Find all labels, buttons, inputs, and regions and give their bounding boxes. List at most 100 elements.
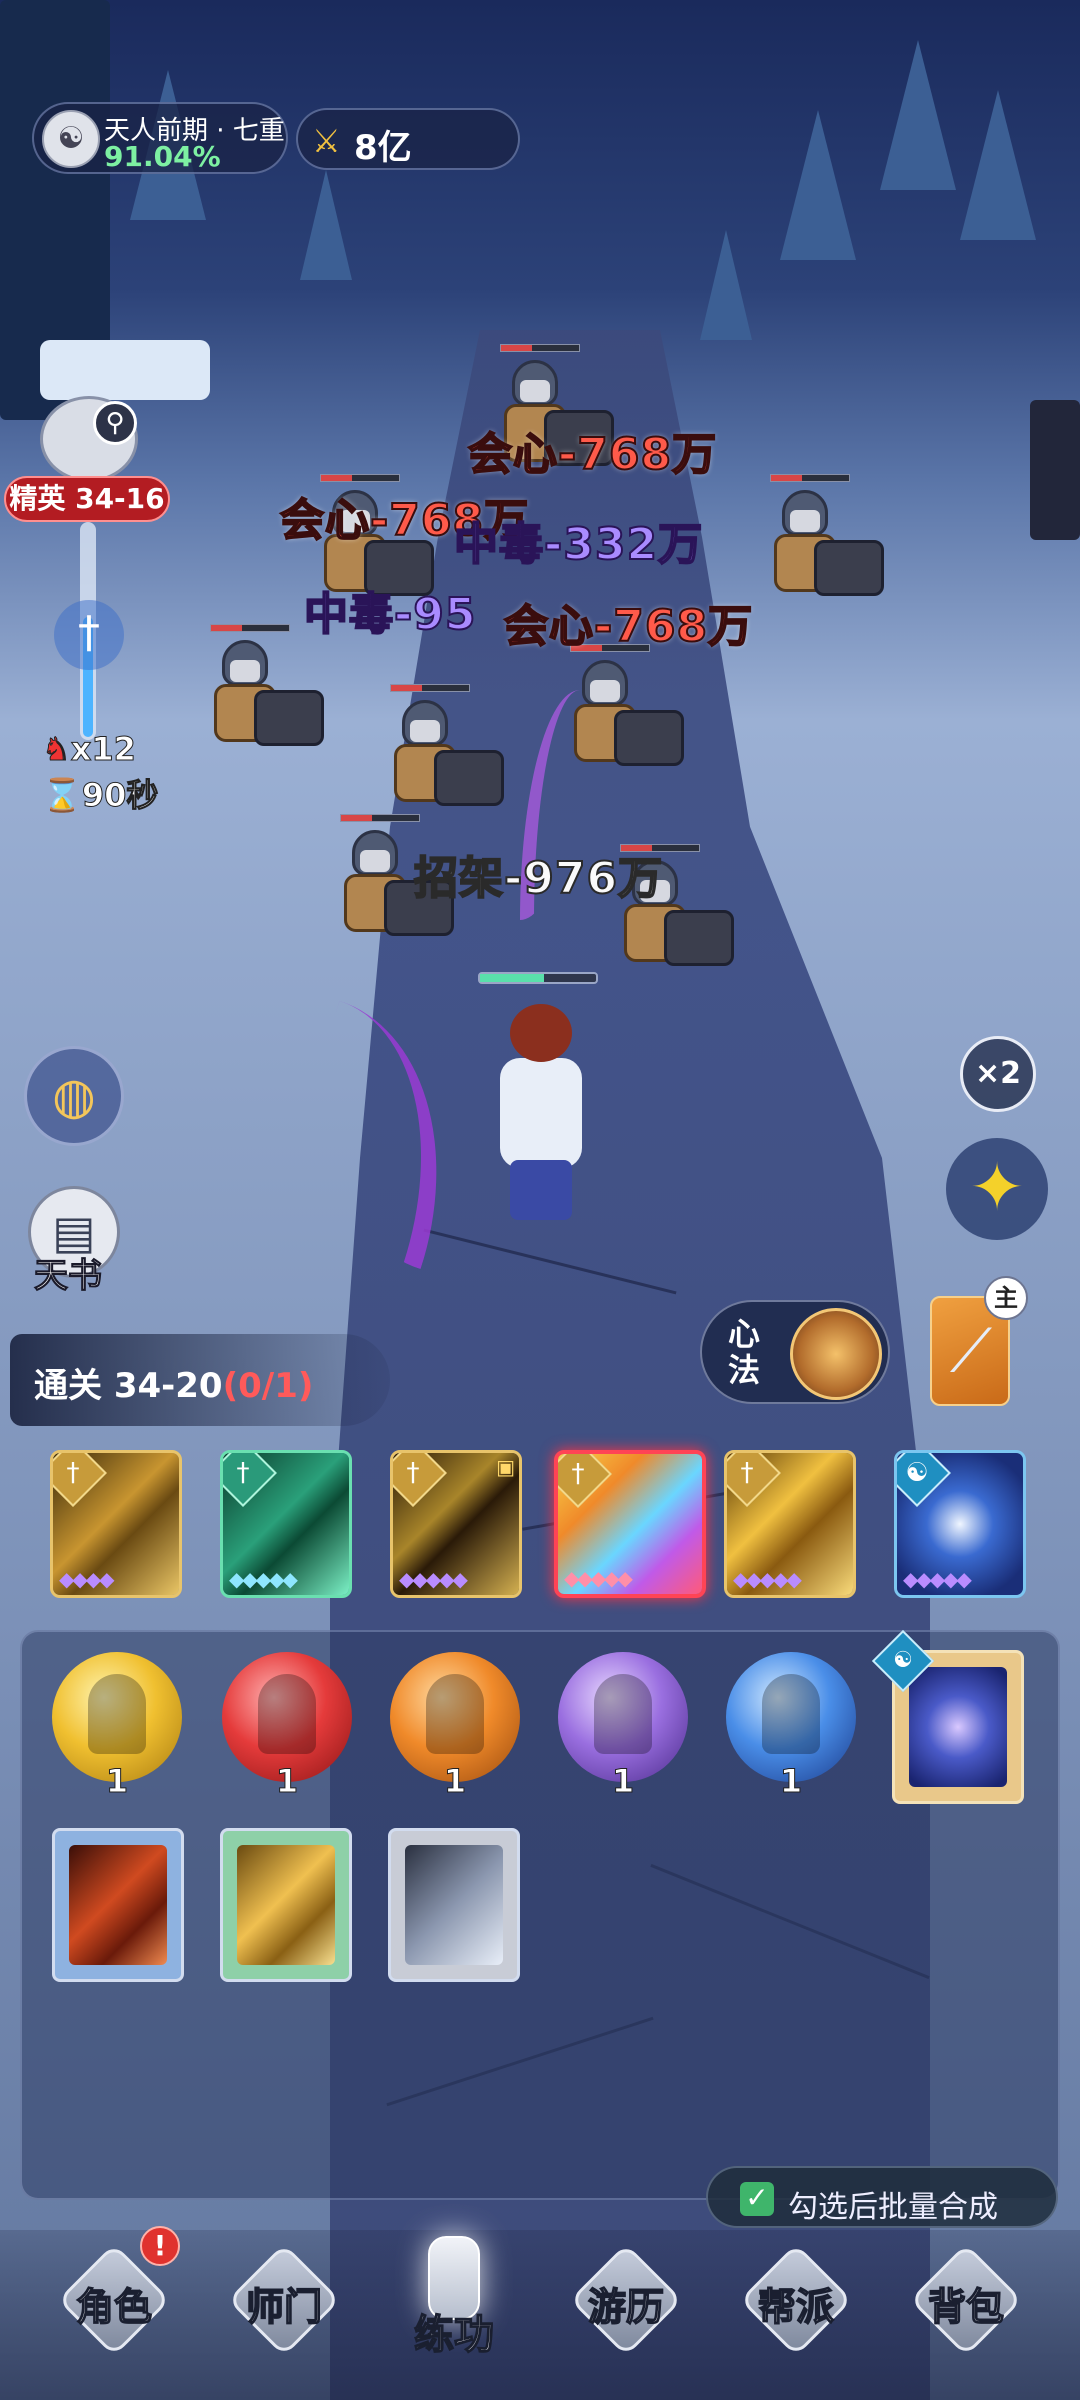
stage-inspect-button[interactable]: ⚲ (40, 396, 138, 482)
sword-emblem-icon: † (236, 1458, 250, 1488)
orange-essence-orb[interactable]: 1 (390, 1652, 520, 1801)
clear-goal-text: 通关 34-20(0/1) (34, 1358, 313, 1407)
skill-stars: ◆◆◆◆◆ (903, 1567, 972, 1591)
mind-method-orb-icon (790, 1308, 882, 1400)
gold-essence-orb[interactable]: 1 (52, 1652, 182, 1801)
red-essence-orb[interactable]: 1 (222, 1652, 352, 1801)
player-character (466, 1000, 616, 1230)
skill-slot-1[interactable]: † ◆◆◆◆ (50, 1450, 182, 1598)
player-health-bar (478, 972, 598, 984)
nav-label: 师门 (245, 2284, 323, 2330)
purple-essence-orb[interactable]: 1 (558, 1652, 688, 1801)
damage-number-crit: 会心-768万 (503, 600, 754, 653)
pine-tree (880, 40, 956, 190)
taiji-icon: ☯ (905, 1458, 929, 1488)
star-icon: ✦ (969, 1149, 1025, 1226)
skill-stars: ◆◆◆◆◆ (733, 1567, 802, 1591)
orb-count: 1 (779, 1762, 803, 1801)
nav-label: 背包 (927, 2284, 1005, 2330)
sword-emblem-icon: † (740, 1458, 754, 1488)
notification-badge: ! (140, 2226, 180, 2266)
damage-number-poison: 中毒-95 (303, 588, 477, 641)
clear-goal-bar[interactable]: 通关 34-20(0/1) (10, 1334, 390, 1426)
mind-method-button[interactable]: 心法 (700, 1300, 890, 1404)
figure-silhouette-icon (594, 1674, 652, 1754)
crossed-swords-icon: ⚔ (312, 122, 341, 160)
clear-goal-progress: (0/1) (222, 1366, 314, 1406)
pine-tree (780, 110, 856, 260)
speed-toggle-button[interactable]: ×2 (960, 1036, 1036, 1112)
pine-tree (960, 90, 1036, 240)
skill-slot-3[interactable]: † ▣ ◆◆◆◆◆ (390, 1450, 522, 1598)
combat-power-value: 8亿 (354, 128, 412, 168)
damage-number-crit: 会心-768万 (467, 428, 718, 481)
batch-merge-toggle[interactable]: ✓ 勾选后批量合成 (706, 2166, 1058, 2228)
blue-essence-orb[interactable]: 1 (726, 1652, 856, 1801)
star-skill-button[interactable]: ✦ (946, 1138, 1048, 1240)
nav-travel[interactable]: 游历 (556, 2236, 696, 2376)
pine-tree (300, 170, 352, 280)
rank-progress: 91.04% (104, 140, 221, 173)
damage-number-poison: 中毒-332万 (453, 518, 704, 571)
hourglass-icon: ⌛ (42, 776, 83, 815)
sword-emblem-icon: † (406, 1458, 420, 1488)
heaven-book-label: 天书 (34, 1256, 103, 1297)
nav-label: 角色 (75, 2284, 153, 2330)
nav-label: 练功 (413, 2311, 495, 2359)
figure-silhouette-icon (88, 1674, 146, 1754)
figure-silhouette-icon (762, 1674, 820, 1754)
skill-stars: ◆◆◆◆◆ (564, 1566, 633, 1590)
skill-slot-5[interactable]: † ◆◆◆◆◆ (724, 1450, 856, 1598)
skill-stars: ◆◆◆◆◆ (399, 1567, 468, 1591)
golden-wind-skill-book[interactable] (220, 1828, 352, 1982)
main-weapon-tag: 主 (984, 1276, 1028, 1320)
palm-skill-book[interactable] (388, 1828, 520, 1982)
figure-silhouette-icon (258, 1674, 316, 1754)
time-left: 90秒 (81, 776, 159, 815)
nav-sect[interactable]: 师门 (214, 2236, 354, 2376)
stage-label: 精英 34-16 (4, 476, 170, 522)
kill-counter: ♞x12 (42, 730, 137, 769)
skill-stars: ◆◆◆◆◆ (229, 1567, 298, 1591)
skill-slot-4[interactable]: † ◆◆◆◆◆ (554, 1450, 706, 1598)
mind-method-label: 心法 (728, 1315, 761, 1389)
nav-bag[interactable]: 背包 (896, 2236, 1036, 2376)
kill-count: x12 (70, 730, 136, 769)
reward-bag-button[interactable]: ◍ (24, 1046, 124, 1146)
orb-count: 1 (105, 1762, 129, 1801)
cultivation-rank-panel[interactable]: ☯ 天人前期 · 七重 91.04% (32, 102, 288, 174)
damage-number-parry: 招架-976万 (413, 852, 664, 905)
stone-lantern (1030, 400, 1080, 540)
orb-count: 1 (443, 1762, 467, 1801)
enemy-soldier[interactable] (330, 814, 454, 950)
demon-head-icon: ♞ (42, 730, 72, 769)
blade-skill-book[interactable] (52, 1828, 184, 1982)
batch-merge-label: 勾选后批量合成 (788, 2190, 998, 2225)
orb-count: 1 (611, 1762, 635, 1801)
taiji-icon: ☯ (893, 1648, 913, 1673)
figure-silhouette-icon (426, 1674, 484, 1754)
dagger-icon: ⟋ (950, 1316, 992, 1386)
enemy-soldier[interactable] (200, 624, 324, 760)
combat-power-panel[interactable]: ⚔ 8亿 (296, 108, 520, 170)
taiji-skill-book[interactable]: ☯ (871, 1629, 1024, 1804)
enemy-soldier[interactable] (380, 684, 504, 820)
checkbox-checked-icon: ✓ (740, 2182, 774, 2216)
nav-training[interactable]: 练功 (384, 2236, 524, 2376)
level-flag-icon: ▣ (496, 1455, 515, 1479)
enemy-soldier[interactable] (760, 474, 884, 610)
orb-count: 1 (275, 1762, 299, 1801)
nav-label: 帮派 (757, 2284, 835, 2330)
heaven-book-button[interactable]: ▤ 天书 (24, 1186, 124, 1306)
sword-marker-icon: † (54, 600, 124, 670)
stage-timer: ⌛90秒 (42, 770, 159, 816)
nav-guild[interactable]: 帮派 (726, 2236, 866, 2376)
magnifier-icon: ⚲ (93, 401, 137, 445)
rank-emblem-icon: ☯ (42, 110, 100, 168)
nav-label: 游历 (587, 2284, 665, 2330)
pine-tree (700, 230, 752, 340)
sword-emblem-icon: † (571, 1459, 585, 1489)
skill-slot-2[interactable]: † ◆◆◆◆◆ (220, 1450, 352, 1598)
money-bag-icon: ◍ (52, 1067, 96, 1125)
skill-slot-6[interactable]: ☯ ◆◆◆◆◆ (894, 1450, 1026, 1598)
